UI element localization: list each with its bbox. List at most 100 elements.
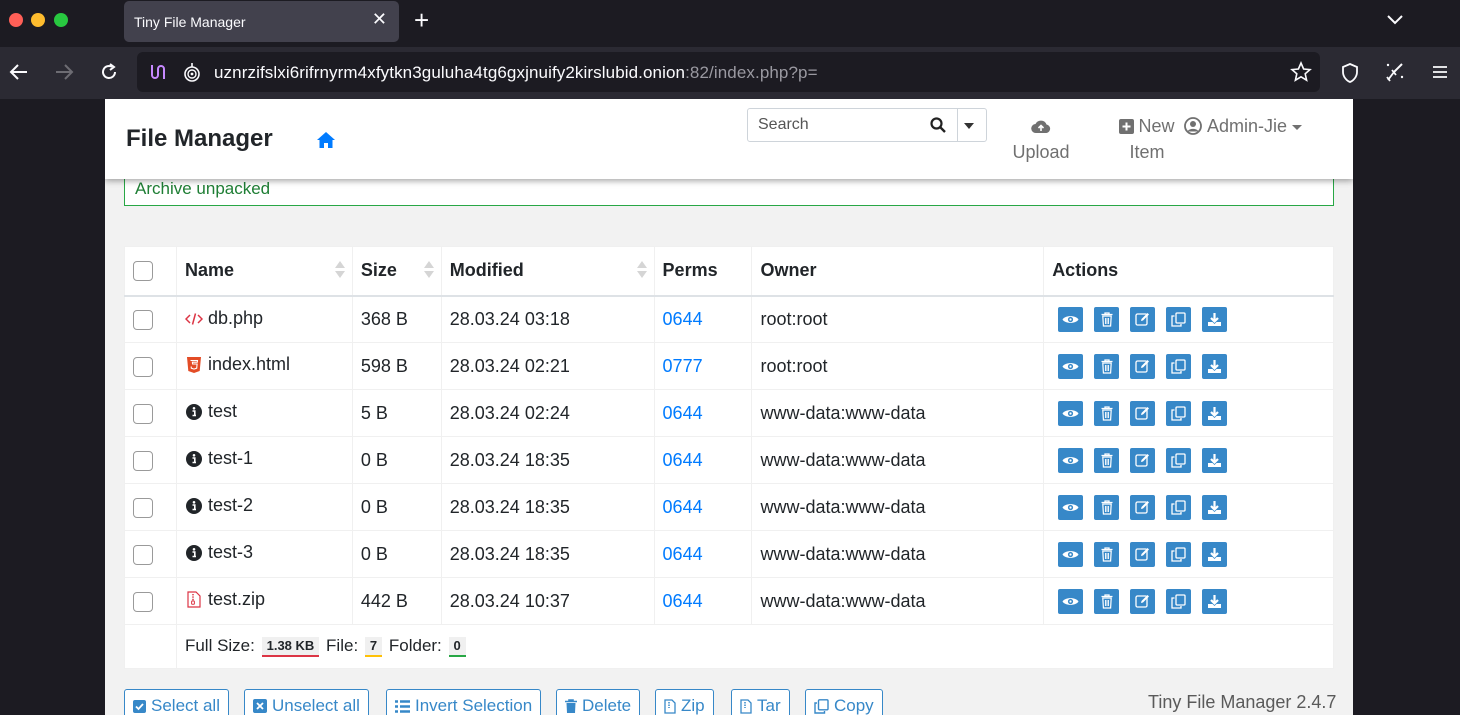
file-perms-link[interactable]: 0777: [663, 356, 703, 376]
new-tab-icon[interactable]: +: [414, 6, 429, 34]
user-menu[interactable]: Admin-Jie: [1184, 113, 1303, 139]
download-icon[interactable]: [1202, 588, 1228, 614]
col-name[interactable]: Name: [175, 246, 353, 297]
upload-link[interactable]: Upload: [1009, 113, 1073, 165]
view-eye-icon[interactable]: [1058, 306, 1084, 332]
new-item-link[interactable]: New Item: [1105, 113, 1189, 165]
file-link[interactable]: db.php: [184, 308, 263, 329]
file-link[interactable]: index.html: [185, 354, 290, 375]
sort-icon[interactable]: [636, 261, 647, 281]
row-checkbox[interactable]: [133, 356, 153, 377]
file-link[interactable]: test.zip: [185, 589, 265, 610]
forward-arrow-icon[interactable]: [54, 62, 74, 87]
delete-trash-icon[interactable]: [1094, 353, 1120, 379]
copy-to-icon[interactable]: [1166, 588, 1192, 614]
delete-button[interactable]: Delete: [556, 689, 641, 715]
download-icon[interactable]: [1202, 447, 1228, 473]
search-icon[interactable]: [930, 117, 946, 138]
tar-button[interactable]: Tar: [731, 689, 790, 715]
view-eye-icon[interactable]: [1058, 541, 1084, 567]
copy-to-icon[interactable]: [1166, 400, 1192, 426]
copy-to-icon[interactable]: [1166, 306, 1192, 332]
rename-edit-icon[interactable]: [1130, 447, 1156, 473]
file-link[interactable]: test-1: [185, 448, 253, 469]
chevron-down-icon[interactable]: [1386, 12, 1404, 31]
close-window-button[interactable]: [9, 13, 23, 27]
table-row[interactable]: test-2 0 B 28.03.24 18:35 0644 www-data:www-…: [124, 483, 1334, 531]
download-icon[interactable]: [1202, 306, 1228, 332]
tor-circuit-icon[interactable]: [148, 61, 168, 88]
tab-close-icon[interactable]: ✕: [372, 9, 387, 29]
download-icon[interactable]: [1202, 541, 1228, 567]
file-link[interactable]: test-3: [185, 542, 253, 563]
reload-icon[interactable]: [99, 62, 119, 87]
table-row[interactable]: test 5 B 28.03.24 02:24 0644 www-data:www-da…: [124, 389, 1334, 437]
copy-button[interactable]: Copy: [805, 689, 883, 715]
file-perms-link[interactable]: 0644: [663, 403, 703, 423]
delete-trash-icon[interactable]: [1094, 400, 1120, 426]
bookmark-star-icon[interactable]: [1290, 60, 1312, 88]
row-checkbox[interactable]: [133, 497, 153, 518]
download-icon[interactable]: [1202, 400, 1228, 426]
file-perms-link[interactable]: 0644: [663, 544, 703, 564]
file-perms-link[interactable]: 0644: [663, 450, 703, 470]
sort-icon[interactable]: [334, 261, 345, 281]
hamburger-menu-icon[interactable]: [1431, 64, 1449, 85]
view-eye-icon[interactable]: [1058, 353, 1084, 379]
row-checkbox[interactable]: [133, 403, 153, 424]
url-bar[interactable]: uznrzifslxi6rifrnyrm4xfytkn3guluha4tg6gx…: [137, 52, 1320, 92]
select-all-button[interactable]: Select all: [124, 689, 229, 715]
rename-edit-icon[interactable]: [1130, 494, 1156, 520]
view-eye-icon[interactable]: [1058, 494, 1084, 520]
view-eye-icon[interactable]: [1058, 400, 1084, 426]
new-identity-broom-icon[interactable]: [1384, 61, 1406, 88]
delete-trash-icon[interactable]: [1094, 494, 1120, 520]
select-all-checkbox[interactable]: [133, 261, 153, 282]
file-perms-link[interactable]: 0644: [663, 591, 703, 611]
table-row[interactable]: db.php 368 B 28.03.24 03:18 0644 root:root: [124, 295, 1334, 343]
unselect-all-button[interactable]: Unselect all: [244, 689, 369, 715]
delete-trash-icon[interactable]: [1094, 541, 1120, 567]
home-icon[interactable]: [316, 131, 336, 154]
rename-edit-icon[interactable]: [1130, 400, 1156, 426]
table-row[interactable]: test-3 0 B 28.03.24 18:35 0644 www-data:www-…: [124, 530, 1334, 578]
row-checkbox[interactable]: [133, 450, 153, 471]
browser-tab[interactable]: Tiny File Manager ✕: [124, 1, 399, 42]
minimize-window-button[interactable]: [31, 13, 45, 27]
file-perms-link[interactable]: 0644: [663, 309, 703, 329]
view-eye-icon[interactable]: [1058, 588, 1084, 614]
table-row[interactable]: index.html 598 B 28.03.24 02:21 0777 root:ro…: [124, 342, 1334, 390]
url-text[interactable]: uznrzifslxi6rifrnyrm4xfytkn3guluha4tg6gx…: [214, 63, 818, 83]
copy-to-icon[interactable]: [1166, 447, 1192, 473]
file-link[interactable]: test-2: [185, 495, 253, 516]
col-size[interactable]: Size: [351, 246, 442, 297]
onion-icon[interactable]: [183, 61, 201, 88]
brand-title[interactable]: File Manager: [126, 125, 273, 153]
delete-trash-icon[interactable]: [1094, 447, 1120, 473]
row-checkbox[interactable]: [133, 544, 153, 565]
sort-icon[interactable]: [423, 261, 434, 281]
download-icon[interactable]: [1202, 353, 1228, 379]
back-arrow-icon[interactable]: [9, 62, 29, 87]
zip-button[interactable]: Zip: [655, 689, 714, 715]
shield-icon[interactable]: [1340, 62, 1360, 89]
search-input[interactable]: [748, 109, 956, 141]
table-row[interactable]: test.zip 442 B 28.03.24 10:37 0644 www-data:…: [124, 577, 1334, 625]
file-link[interactable]: test: [185, 401, 237, 422]
copy-to-icon[interactable]: [1166, 353, 1192, 379]
delete-trash-icon[interactable]: [1094, 588, 1120, 614]
copy-to-icon[interactable]: [1166, 494, 1192, 520]
delete-trash-icon[interactable]: [1094, 306, 1120, 332]
rename-edit-icon[interactable]: [1130, 541, 1156, 567]
maximize-window-button[interactable]: [54, 13, 68, 27]
table-row[interactable]: test-1 0 B 28.03.24 18:35 0644 www-data:www-…: [124, 436, 1334, 484]
file-perms-link[interactable]: 0644: [663, 497, 703, 517]
copy-to-icon[interactable]: [1166, 541, 1192, 567]
row-checkbox[interactable]: [133, 309, 153, 330]
rename-edit-icon[interactable]: [1130, 588, 1156, 614]
col-modified[interactable]: Modified: [440, 246, 655, 297]
rename-edit-icon[interactable]: [1130, 306, 1156, 332]
download-icon[interactable]: [1202, 494, 1228, 520]
invert-selection-button[interactable]: Invert Selection: [386, 689, 542, 715]
rename-edit-icon[interactable]: [1130, 353, 1156, 379]
